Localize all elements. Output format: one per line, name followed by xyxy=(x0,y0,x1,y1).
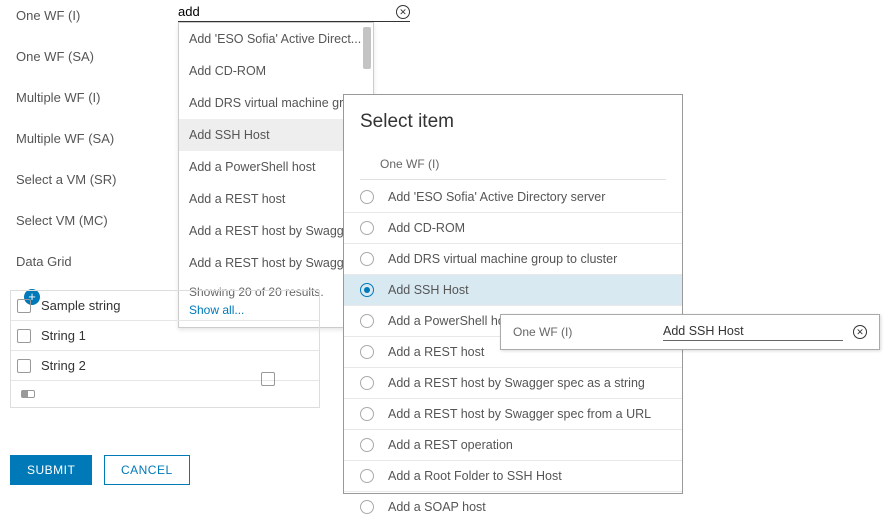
pill-label: One WF (I) xyxy=(513,325,663,339)
dialog-title: Select item xyxy=(360,111,666,133)
checkbox[interactable] xyxy=(17,299,31,313)
option-label: Add a REST host by Swagger spec from a U… xyxy=(388,407,651,421)
dropdown-item[interactable]: Add CD-ROM xyxy=(179,55,373,87)
sidebar-item-one-wf-i[interactable]: One WF (I) xyxy=(10,0,160,31)
dropdown-item[interactable]: Add 'ESO Sofia' Active Direct... xyxy=(179,23,373,55)
data-grid: Sample string String 1 String 2 xyxy=(10,290,320,408)
radio[interactable] xyxy=(360,190,374,204)
column-header: Sample string xyxy=(41,298,120,313)
checkbox[interactable] xyxy=(17,329,31,343)
sidebar-item-select-vm-mc[interactable]: Select VM (MC) xyxy=(10,205,160,236)
footer-actions: SUBMIT CANCEL xyxy=(10,455,190,485)
radio[interactable] xyxy=(360,283,374,297)
cell: String 2 xyxy=(41,358,86,373)
sidebar-item-multiple-wf-sa[interactable]: Multiple WF (SA) xyxy=(10,123,160,154)
cell: String 1 xyxy=(41,328,86,343)
breadcrumb[interactable]: One WF (I) xyxy=(360,149,666,180)
table-row[interactable]: String 1 xyxy=(11,321,319,351)
option-label: Add a SOAP host xyxy=(388,500,486,514)
submit-button[interactable]: SUBMIT xyxy=(10,455,92,485)
radio[interactable] xyxy=(360,500,374,514)
pill-value[interactable]: Add SSH Host xyxy=(663,324,843,341)
option-label: Add a PowerShell host xyxy=(388,314,514,328)
option-label: Add a REST operation xyxy=(388,438,513,452)
option-row[interactable]: Add a SOAP host xyxy=(344,492,682,522)
option-label: Add DRS virtual machine group to cluster xyxy=(388,252,617,266)
radio[interactable] xyxy=(360,314,374,328)
clear-icon[interactable]: ✕ xyxy=(853,325,867,339)
option-label: Add a REST host by Swagger spec as a str… xyxy=(388,376,645,390)
checkbox[interactable] xyxy=(17,359,31,373)
option-row[interactable]: Add a REST host by Swagger spec as a str… xyxy=(344,368,682,399)
radio[interactable] xyxy=(360,345,374,359)
radio[interactable] xyxy=(360,438,374,452)
sidebar-item-data-grid[interactable]: Data Grid xyxy=(10,246,160,277)
sidebar: One WF (I) One WF (SA) Multiple WF (I) M… xyxy=(10,0,160,305)
option-row[interactable]: Add a REST operation xyxy=(344,430,682,461)
radio[interactable] xyxy=(360,252,374,266)
sidebar-item-multiple-wf-i[interactable]: Multiple WF (I) xyxy=(10,82,160,113)
option-row[interactable]: Add a REST host by Swagger spec from a U… xyxy=(344,399,682,430)
select-item-dialog: Select item One WF (I) Add 'ESO Sofia' A… xyxy=(343,94,683,494)
table-header-row: Sample string xyxy=(11,291,319,321)
cancel-button[interactable]: CANCEL xyxy=(104,455,190,485)
radio[interactable] xyxy=(360,221,374,235)
radio[interactable] xyxy=(360,376,374,390)
clear-icon[interactable]: ✕ xyxy=(396,5,410,19)
option-row[interactable]: Add DRS virtual machine group to cluster xyxy=(344,244,682,275)
column-toggle-icon[interactable] xyxy=(21,390,35,398)
radio[interactable] xyxy=(360,469,374,483)
selection-pill: One WF (I) Add SSH Host ✕ xyxy=(500,314,880,350)
option-label: Add a REST host xyxy=(388,345,484,359)
sidebar-item-select-vm-sr[interactable]: Select a VM (SR) xyxy=(10,164,160,195)
radio[interactable] xyxy=(360,407,374,421)
option-label: Add a Root Folder to SSH Host xyxy=(388,469,562,483)
option-row[interactable]: Add CD-ROM xyxy=(344,213,682,244)
search-field: ✕ xyxy=(178,2,410,22)
option-row[interactable]: Add 'ESO Sofia' Active Directory server xyxy=(344,182,682,213)
option-label: Add 'ESO Sofia' Active Directory server xyxy=(388,190,605,204)
option-row[interactable]: Add a Root Folder to SSH Host xyxy=(344,461,682,492)
option-row[interactable]: Add SSH Host xyxy=(344,275,682,306)
option-label: Add CD-ROM xyxy=(388,221,465,235)
scrollbar[interactable] xyxy=(363,27,371,69)
search-input[interactable] xyxy=(178,2,396,21)
checkbox[interactable] xyxy=(261,372,275,386)
sidebar-item-one-wf-sa[interactable]: One WF (SA) xyxy=(10,41,160,72)
option-label: Add SSH Host xyxy=(388,283,469,297)
